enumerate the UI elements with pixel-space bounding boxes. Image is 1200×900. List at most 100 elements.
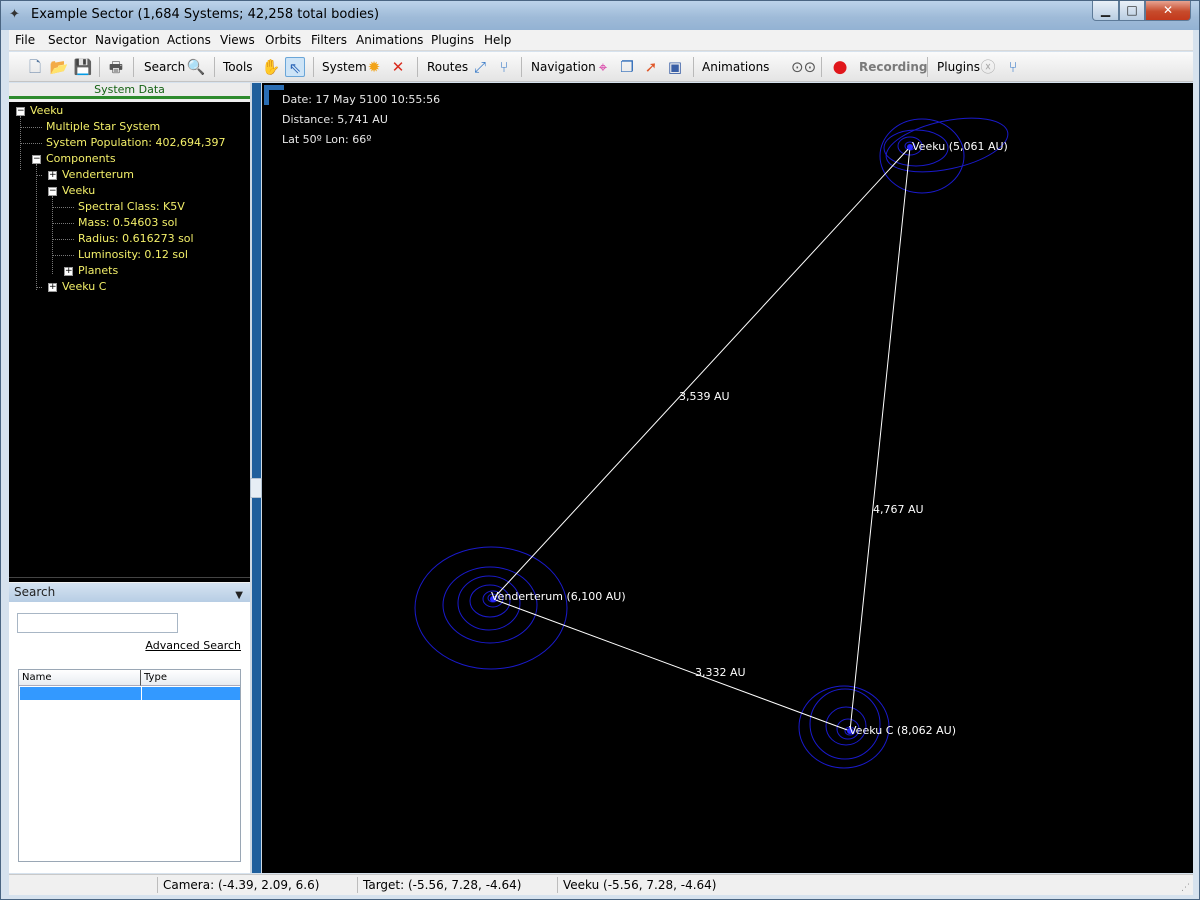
advanced-search-link[interactable]: Advanced Search [145, 639, 241, 652]
print-icon[interactable]: 🖶 [106, 57, 126, 77]
menu-plugins[interactable]: Plugins [431, 33, 474, 47]
search-results-table[interactable]: Name Type [18, 669, 241, 862]
tree-item[interactable]: Luminosity: 0.12 sol [78, 247, 188, 263]
title-bar[interactable]: ✦ Example Sector (1,684 Systems; 42,258 … [1, 1, 1199, 30]
collapse-icon[interactable]: − [48, 187, 57, 196]
sun-icon[interactable]: ✹ [364, 57, 384, 77]
menu-filters[interactable]: Filters [311, 33, 347, 47]
constellation-icon: ✦ [9, 7, 20, 22]
tree-item[interactable]: Venderterum [62, 167, 134, 183]
tree-item[interactable]: Spectral Class: K5V [78, 199, 185, 215]
distance-label: 3,332 AU [695, 666, 746, 679]
toolbar-separator [99, 57, 100, 77]
route-line-venderterum-veeku-c[interactable] [492, 598, 851, 732]
toolbar-separator [521, 57, 522, 77]
table-row[interactable] [20, 687, 240, 700]
tree-item[interactable]: Radius: 0.616273 sol [78, 231, 194, 247]
distance-label: 3,539 AU [679, 390, 730, 403]
minimize-icon: ▁ [1100, 3, 1111, 17]
splitter-grip-handle[interactable] [250, 478, 262, 498]
magnifier-icon[interactable]: 🔍 [186, 57, 206, 77]
route-branch-icon[interactable]: ⑂ [494, 57, 514, 77]
menu-orbits[interactable]: Orbits [265, 33, 301, 47]
recording-toolbar-label[interactable]: Recording [859, 60, 928, 74]
close-button[interactable]: ✕ [1145, 1, 1191, 21]
hud-date: Date: 17 May 5100 10:55:56 [282, 93, 441, 106]
menu-actions[interactable]: Actions [167, 33, 211, 47]
status-separator [357, 877, 358, 893]
star-label-veeku-c[interactable]: Veeku C (8,062 AU) [849, 724, 956, 737]
menu-help[interactable]: Help [484, 33, 511, 47]
window-cube-icon[interactable]: ❐ [617, 57, 637, 77]
new-file-icon[interactable]: 🗋 [25, 57, 45, 77]
toolbar-separator [313, 57, 314, 77]
search-panel-header[interactable]: Search ▼ [9, 583, 250, 602]
tree-item[interactable]: System Population: 402,694,397 [46, 135, 226, 151]
status-separator [157, 877, 158, 893]
collapse-icon[interactable]: − [16, 107, 25, 116]
zoom-region-icon[interactable]: ▣ [665, 57, 685, 77]
viewport-corner-marker [264, 85, 284, 105]
status-separator [557, 877, 558, 893]
menu-navigation[interactable]: Navigation [95, 33, 160, 47]
panel-divider[interactable] [9, 577, 250, 582]
toolbar-separator [693, 57, 694, 77]
navigation-toolbar-label: Navigation [531, 60, 596, 74]
expand-icon[interactable]: + [64, 267, 73, 276]
map-viewport[interactable]: Veeku (5,061 AU) Venderterum (6,100 AU) … [262, 83, 1193, 873]
system-data-header[interactable]: System Data [9, 83, 250, 99]
tree-item[interactable]: Components [46, 151, 116, 167]
star-label-venderterum[interactable]: Venderterum (6,100 AU) [491, 590, 626, 603]
tree-item[interactable]: Mass: 0.54603 sol [78, 215, 177, 231]
panel-splitter[interactable] [250, 83, 262, 873]
menu-sector[interactable]: Sector [48, 33, 87, 47]
route-link-icon[interactable]: ⤢ [470, 57, 490, 77]
pointer-select-icon[interactable]: ⇖ [285, 57, 305, 77]
expand-icon[interactable]: + [48, 171, 57, 180]
toolbar-separator [214, 57, 215, 77]
chevron-down-icon[interactable]: ▼ [235, 586, 243, 605]
tree-item[interactable]: Multiple Star System [46, 119, 160, 135]
route-line-veeku-venderterum[interactable] [492, 146, 911, 600]
search-toolbar-label[interactable]: Search [144, 60, 185, 74]
maximize-button[interactable]: □ [1119, 1, 1145, 21]
plugin-branch-icon[interactable]: ⑂ [1003, 57, 1023, 77]
column-header-type[interactable]: Type [141, 670, 240, 686]
tree-root[interactable]: Veeku [30, 103, 63, 119]
search-panel: Search ▼ Advanced Search Name Type [9, 583, 250, 873]
toolbar-separator [417, 57, 418, 77]
column-header-name[interactable]: Name [19, 670, 141, 686]
system-toolbar-label: System [322, 60, 367, 74]
tree-item[interactable]: Veeku [62, 183, 95, 199]
menu-file[interactable]: File [15, 33, 35, 47]
toolbar-separator [927, 57, 928, 77]
collapse-icon[interactable]: − [32, 155, 41, 164]
toolbar-separator [821, 57, 822, 77]
tree-item[interactable]: Veeku C [62, 279, 106, 295]
resize-grip-icon[interactable]: ⋰ [1181, 883, 1191, 893]
arrow-out-icon[interactable]: ➚ [641, 57, 661, 77]
star-map[interactable]: Veeku (5,061 AU) Venderterum (6,100 AU) … [262, 83, 1193, 873]
binoculars-icon[interactable]: ⊙⊙ [791, 57, 816, 77]
system-tree: − Veeku Multiple Star System System Popu… [9, 102, 250, 577]
star-label-veeku[interactable]: Veeku (5,061 AU) [912, 140, 1008, 153]
expand-icon[interactable]: + [48, 283, 57, 292]
toolbar: 🗋 📂 💾 🖶 Search 🔍 Tools ✋ ⇖ System ✹ ✕ Ro… [9, 52, 1193, 82]
menu-views[interactable]: Views [220, 33, 255, 47]
menu-animations[interactable]: Animations [356, 33, 423, 47]
close-icon: ✕ [1162, 3, 1174, 17]
routes-toolbar-label: Routes [427, 60, 469, 74]
disabled-x-icon[interactable]: ⓧ [978, 57, 998, 77]
delete-x-icon[interactable]: ✕ [388, 57, 408, 77]
save-icon[interactable]: 💾 [73, 57, 93, 77]
open-folder-icon[interactable]: 📂 [49, 57, 69, 77]
search-input[interactable] [17, 613, 178, 633]
route-line-veeku-veeku-c[interactable] [849, 146, 911, 732]
tree-item[interactable]: Planets [78, 263, 118, 279]
plugins-toolbar-label: Plugins [937, 60, 980, 74]
crosshair-target-icon[interactable]: ⌖ [593, 57, 613, 77]
hand-pan-icon[interactable]: ✋ [261, 57, 281, 77]
status-target: Target: (-5.56, 7.28, -4.64) [363, 878, 522, 892]
minimize-button[interactable]: ▁ [1092, 1, 1119, 21]
record-icon[interactable]: ● [830, 57, 850, 77]
